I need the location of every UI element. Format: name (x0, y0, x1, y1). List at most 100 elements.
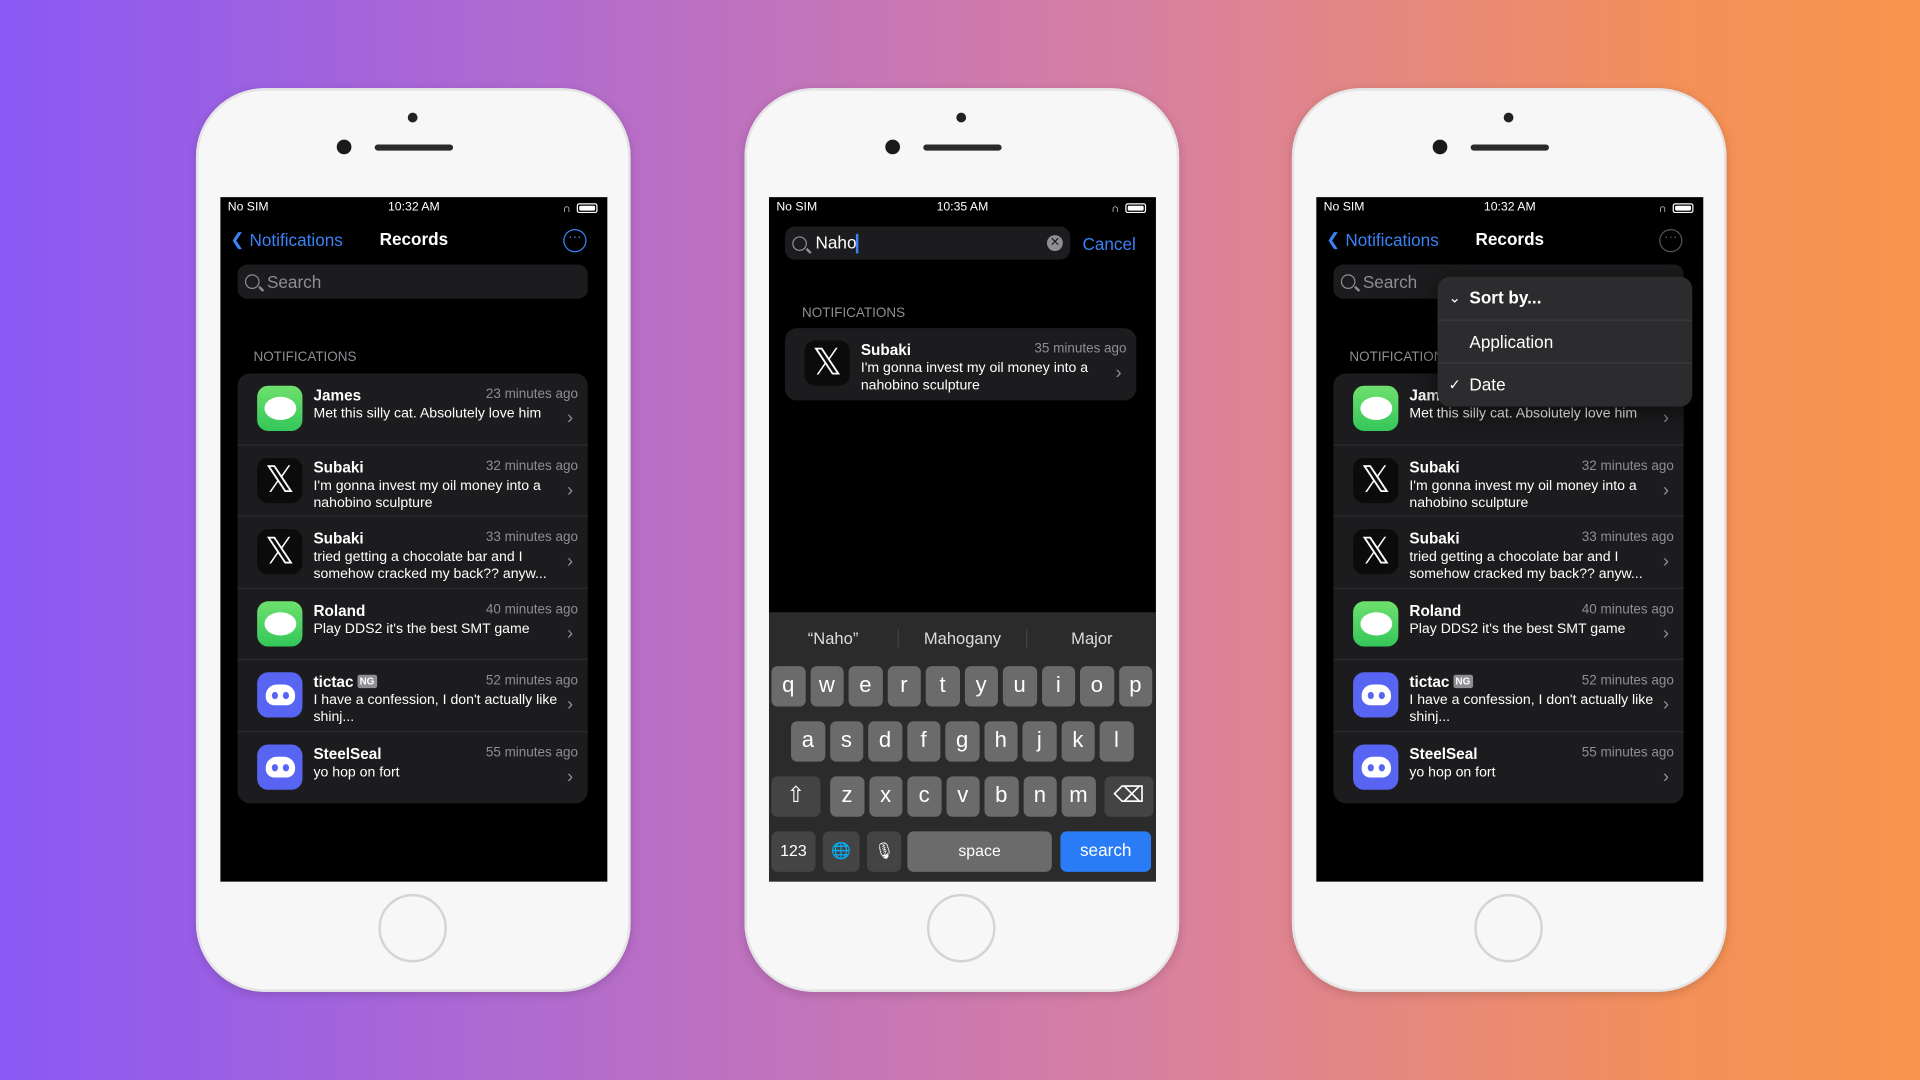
notification-row[interactable]: SteelSeal 55 minutes ago yo hop on fort › (238, 732, 588, 804)
more-options-icon[interactable]: ··· (1659, 228, 1683, 253)
space-key[interactable]: space (907, 831, 1052, 872)
headphones-icon: ∩ (562, 202, 571, 215)
key-n[interactable]: n (1023, 776, 1057, 817)
key-l[interactable]: l (1099, 721, 1134, 762)
key-q[interactable]: q (771, 666, 806, 707)
notification-row[interactable]: 𝕏 Subaki 32 minutes ago I'm gonna invest my… (237, 445, 588, 517)
chevron-right-icon: › (566, 765, 574, 787)
notification-row[interactable]: tictac NG 52 minutes ago I have a confessio… (237, 660, 588, 732)
sort-option-application[interactable]: Application (1437, 320, 1693, 364)
search-input[interactable]: Naho ✕ (784, 226, 1071, 260)
sender-label: Roland (1409, 601, 1462, 619)
more-options-icon[interactable]: ··· (563, 228, 587, 253)
key-d[interactable]: d (868, 721, 902, 762)
home-button[interactable] (926, 893, 996, 963)
chevron-right-icon: › (1662, 694, 1669, 716)
sender-name: Roland (313, 602, 365, 619)
notification-row[interactable]: Roland 40 minutes ago Play DDS2 it's the b… (1333, 588, 1684, 661)
notification-list: James23 minutes agoMet this silly cat. A… (1333, 373, 1684, 804)
key-g[interactable]: g (945, 721, 979, 762)
search-key[interactable]: search (1060, 831, 1152, 872)
key-p[interactable]: p (1118, 666, 1153, 707)
suggestion-item[interactable]: “Naho” (769, 628, 899, 648)
key-r[interactable]: r (887, 666, 921, 707)
key-x[interactable]: x (868, 776, 903, 817)
key-v[interactable]: v (945, 776, 980, 817)
numbers-key[interactable]: 123 (771, 831, 816, 872)
search-placeholder: Search (266, 271, 322, 292)
suggestion-item[interactable]: Major (1028, 629, 1156, 647)
cancel-button[interactable]: Cancel (1082, 234, 1135, 254)
key-o[interactable]: o (1080, 666, 1114, 707)
microphone-key[interactable]: 🎙 (866, 831, 902, 872)
sort-option-date[interactable]: ✓ Date (1438, 364, 1693, 407)
sender-label: tictac (313, 673, 354, 691)
key-y[interactable]: y (964, 666, 998, 707)
home-button[interactable] (1474, 893, 1543, 963)
notification-row[interactable]: 𝕏 Subaki 33 minutes ago tried getting a cho… (237, 517, 588, 589)
chevron-down-icon: ⌄ (1448, 288, 1461, 307)
key-f[interactable]: f (906, 721, 941, 762)
notification-row[interactable]: 𝕏 Subaki 32 minutes ago I'm gonna invest my… (1333, 445, 1684, 517)
key-t[interactable]: t (925, 666, 960, 707)
key-u[interactable]: u (1002, 666, 1037, 707)
globe-key[interactable]: 🌐 (822, 831, 860, 872)
message-preview: Play DDS2 it's the best SMT game (1409, 621, 1626, 637)
notification-row[interactable]: James 23 minutes ago Met this silly cat. A… (237, 373, 588, 446)
sender-label: SteelSeal (313, 745, 382, 763)
chevron-right-icon: › (566, 694, 574, 716)
sensor (407, 112, 418, 123)
x-app-icon: 𝕏 (1353, 457, 1399, 503)
sender-name: Subaki (1409, 459, 1459, 476)
sensor (1503, 112, 1514, 123)
sort-header-label: Sort by... (1469, 287, 1542, 308)
sender-name: tictac NG (313, 673, 377, 691)
key-z[interactable]: z (830, 776, 864, 817)
key-h[interactable]: h (983, 721, 1018, 762)
discord-app-icon (1353, 743, 1399, 790)
key-c[interactable]: c (907, 776, 942, 817)
section-header: NOTIFICATIONS (802, 306, 906, 321)
key-k[interactable]: k (1061, 721, 1095, 762)
sort-menu-header[interactable]: ⌄ Sort by... (1437, 277, 1693, 321)
checkmark-icon: ✓ (1448, 375, 1461, 394)
chevron-right-icon: › (1662, 622, 1669, 644)
key-w[interactable]: w (810, 666, 844, 707)
notification-row[interactable]: SteelSeal 55 minutes ago yo hop on fort › (1333, 732, 1683, 804)
search-input[interactable]: Search (237, 264, 588, 299)
key-m[interactable]: m (1061, 776, 1096, 817)
notification-row[interactable]: Roland 40 minutes ago Play DDS2 it's the b… (237, 588, 588, 661)
message-preview: I have a confession, I don't actually li… (313, 693, 558, 725)
nav-bar: ❮ Notifications Records ··· (220, 228, 607, 253)
phone-records: No SIM 10:32 AM ∩ ❮ Notifications Records… (195, 88, 631, 992)
clear-icon[interactable]: ✕ (1046, 235, 1063, 252)
sender-label: Subaki (1409, 530, 1460, 548)
shift-key[interactable]: ⇧ (771, 776, 821, 817)
notification-row[interactable]: tictac NG 52 minutes ago I have a confessio… (1333, 660, 1684, 732)
back-button[interactable]: ❮ Notifications (230, 229, 343, 250)
chevron-right-icon: › (1662, 551, 1669, 572)
timestamp: 52 minutes ago (485, 673, 578, 689)
status-bar: No SIM 10:32 AM ∩ (1316, 201, 1703, 216)
chevron-right-icon: › (1662, 407, 1669, 429)
key-a[interactable]: a (791, 721, 825, 762)
sender-name: Subaki (861, 342, 911, 359)
key-j[interactable]: j (1022, 721, 1057, 762)
message-preview: yo hop on fort (313, 764, 400, 780)
front-camera (1432, 139, 1448, 155)
suggestion-item[interactable]: Mahogany (898, 628, 1028, 648)
sender-name: Subaki (313, 459, 363, 476)
key-b[interactable]: b (984, 776, 1019, 817)
back-button[interactable]: ❮ Notifications (1326, 229, 1439, 250)
option-label: Date (1469, 374, 1506, 395)
timestamp: 55 minutes ago (1581, 745, 1674, 760)
notification-row[interactable]: 𝕏 Subaki 35 minutes ago I'm gonna invest my… (785, 328, 1136, 400)
messages-app-icon (257, 600, 303, 646)
backspace-key[interactable]: ⌫ (1104, 776, 1154, 817)
key-s[interactable]: s (829, 721, 864, 762)
home-button[interactable] (378, 893, 447, 963)
search-icon (244, 274, 260, 289)
key-i[interactable]: i (1041, 666, 1076, 707)
key-e[interactable]: e (848, 666, 883, 707)
notification-row[interactable]: 𝕏 Subaki 33 minutes ago tried getting a cho… (1333, 517, 1684, 589)
